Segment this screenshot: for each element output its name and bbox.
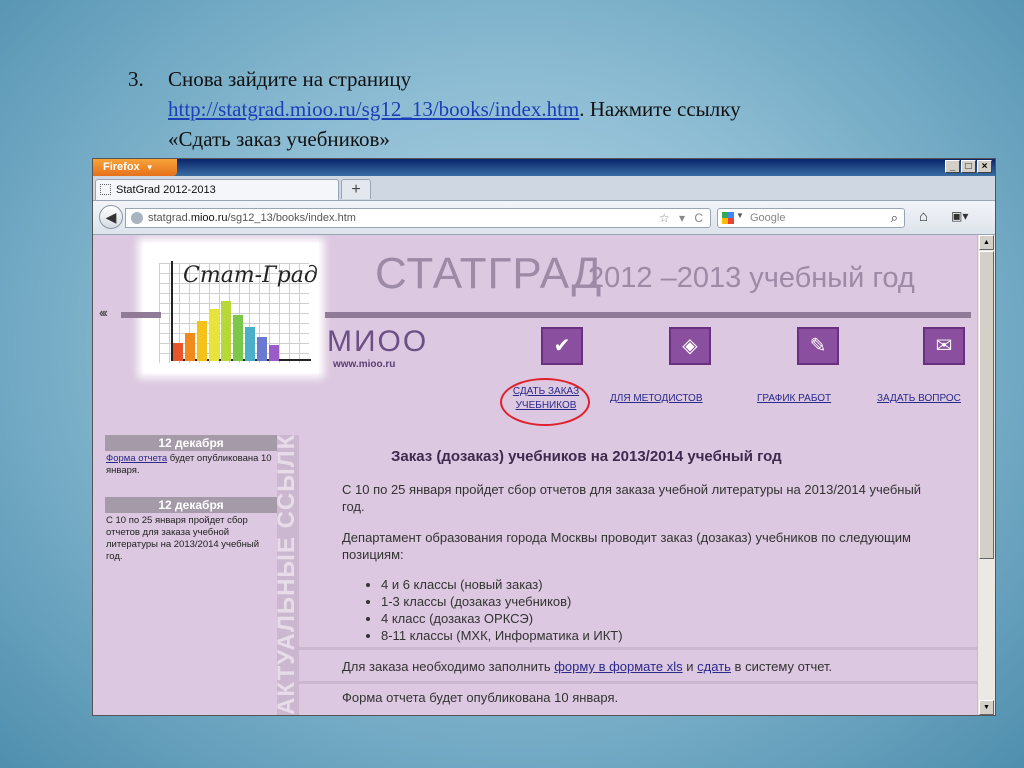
news-sidebar: 12 декабря Форма отчета будет опубликова… xyxy=(105,435,277,563)
chevron-down-icon: ▼ xyxy=(145,163,154,172)
instruction-line1: Снова зайдите на страницу xyxy=(168,67,412,91)
close-button[interactable]: × xyxy=(977,160,992,173)
search-icon[interactable]: ⌕ xyxy=(891,210,898,226)
para3-text: Для заказа необходимо заполнить xyxy=(342,659,555,674)
google-icon xyxy=(722,212,734,224)
list-item: 4 и 6 классы (новый заказ) xyxy=(381,576,623,593)
methodists-nav-icon[interactable]: ◈ xyxy=(669,327,711,365)
main-heading: Заказ (дозаказ) учебников на 2013/2014 у… xyxy=(391,448,782,465)
instruction-line2: http://statgrad.mioo.ru/sg12_13/books/in… xyxy=(168,94,948,124)
news-date: 12 декабря xyxy=(105,435,277,451)
bookmark-reload-icons[interactable]: ☆ ▾ C xyxy=(659,209,706,227)
ask-nav-icon[interactable]: ✉ xyxy=(923,327,965,365)
mioo-logo: МИОО xyxy=(327,325,429,358)
highlight-circle xyxy=(500,378,590,426)
list-item: 1-3 классы (дозаказ учебников) xyxy=(381,593,623,610)
schedule-link[interactable]: ГРАФИК РАБОТ xyxy=(757,392,831,406)
positions-list: 4 и 6 классы (новый заказ) 1-3 классы (д… xyxy=(365,576,623,644)
search-bar[interactable]: ▼ Google ⌕ xyxy=(717,208,905,228)
logo-bars xyxy=(173,301,279,361)
url-text: statgrad.mioo.ru/sg12_13/books/index.htm xyxy=(148,209,356,227)
xls-form-link[interactable]: форму в формате xls xyxy=(554,659,682,674)
header-line-right xyxy=(325,312,971,318)
paragraph-3: Для заказа необходимо заполнить форму в … xyxy=(342,658,942,675)
globe-icon xyxy=(131,212,143,224)
search-placeholder: Google xyxy=(750,212,786,224)
para3-text: и xyxy=(682,659,698,674)
step-number: 3. xyxy=(128,67,144,91)
tab-bar: StatGrad 2012-2013 + xyxy=(93,176,995,201)
list-item: 8-11 классы (МХК, Информатика и ИКТ) xyxy=(381,627,623,644)
browser-window: Firefox ▼ _ □ × StatGrad 2012-2013 + ◀ st… xyxy=(92,158,996,716)
paragraph-2: Департамент образования города Москвы пр… xyxy=(342,530,911,562)
logo-bar xyxy=(197,321,207,361)
methodists-link[interactable]: ДЛЯ МЕТОДИСТОВ xyxy=(610,392,703,406)
schedule-nav-icon[interactable]: ✎ xyxy=(797,327,839,365)
logo-bar xyxy=(257,337,267,361)
logo-bar xyxy=(233,315,243,361)
news-date: 12 декабря xyxy=(105,497,277,513)
maximize-button[interactable]: □ xyxy=(961,160,976,173)
logo-bar xyxy=(221,301,231,361)
minimize-button[interactable]: _ xyxy=(945,160,960,173)
logo-bar xyxy=(209,309,219,361)
header-line-left xyxy=(121,312,161,318)
paragraph-4: Форма отчета будет опубликована 10 январ… xyxy=(342,690,619,705)
scroll-up-button[interactable]: ▲ xyxy=(979,235,994,250)
slide-instruction: 3. Снова зайдите на страницу http://stat… xyxy=(128,64,948,154)
title-bar: Firefox ▼ _ □ × xyxy=(93,159,995,176)
navigation-bar: ◀ statgrad.mioo.ru/sg12_13/books/index.h… xyxy=(93,201,995,235)
news-item: С 10 по 25 января пройдет сбор отчетов д… xyxy=(106,515,260,562)
url-path: /sg12_13/books/index.htm xyxy=(227,212,356,224)
submit-link[interactable]: сдать xyxy=(697,659,731,674)
web-page: Стат-Град СТАТГРАД 2012 –2013 учебный го… xyxy=(93,235,978,715)
logo-bar xyxy=(245,327,255,361)
divider xyxy=(299,647,978,650)
scroll-thumb[interactable] xyxy=(979,251,994,559)
report-form-link[interactable]: Форма отчета xyxy=(106,453,167,464)
tab-title: StatGrad 2012-2013 xyxy=(116,184,216,196)
logo-bar xyxy=(185,333,195,361)
url-bar[interactable]: statgrad.mioo.ru/sg12_13/books/index.htm… xyxy=(125,208,711,228)
mioo-url: www.mioo.ru xyxy=(333,359,396,370)
useful-links-banner: АКТУАЛЬНЫЕ ССЫЛКИ xyxy=(277,435,299,715)
bookmarks-menu-icon[interactable]: ▣▾ xyxy=(951,209,968,223)
divider xyxy=(299,681,978,684)
vertical-scrollbar[interactable]: ▲ ▼ xyxy=(977,235,995,715)
order-nav-icon[interactable]: ✔ xyxy=(541,327,583,365)
news-item: Форма отчета будет опубликована 10 январ… xyxy=(105,451,277,477)
back-arrow-icon: ◀ xyxy=(105,209,117,225)
back-button[interactable]: ◀ xyxy=(99,205,123,229)
instruction-url-link[interactable]: http://statgrad.mioo.ru/sg12_13/books/in… xyxy=(168,97,579,121)
tab-statgrad[interactable]: StatGrad 2012-2013 xyxy=(95,179,339,200)
firefox-menu-label: Firefox xyxy=(103,161,140,173)
left-arrows-decoration: ‹‹‹ xyxy=(99,305,108,320)
firefox-menu-button[interactable]: Firefox ▼ xyxy=(93,159,177,176)
home-icon[interactable]: ⌂ xyxy=(919,208,928,225)
logo-bar xyxy=(173,343,183,361)
statgrad-logo: Стат-Град xyxy=(143,243,319,373)
list-item: 4 класс (дозаказ ОРКСЭ) xyxy=(381,610,623,627)
url-host: mioo.ru xyxy=(190,212,228,224)
para3-text: в систему отчет. xyxy=(730,659,833,674)
instruction-after-url: . Нажмите ссылку xyxy=(579,97,741,121)
new-tab-button[interactable]: + xyxy=(341,179,371,199)
logo-bar xyxy=(269,345,279,361)
ask-question-link[interactable]: ЗАДАТЬ ВОПРОС xyxy=(877,392,961,406)
logo-text: Стат-Град xyxy=(183,263,318,288)
page-icon xyxy=(100,184,111,195)
site-years: 2012 –2013 учебный год xyxy=(588,262,915,294)
scroll-down-button[interactable]: ▼ xyxy=(979,700,994,715)
paragraph-1: С 10 по 25 января пройдет сбор отчетов д… xyxy=(342,482,922,514)
useful-links-text: АКТУАЛЬНЫЕ ССЫЛКИ xyxy=(277,435,299,715)
site-title: СТАТГРАД xyxy=(375,249,603,298)
chevron-down-icon[interactable]: ▼ xyxy=(736,211,744,220)
window-controls: _ □ × xyxy=(945,160,992,173)
instruction-line3: «Сдать заказ учебников» xyxy=(168,127,390,151)
url-prefix: statgrad. xyxy=(148,212,191,224)
